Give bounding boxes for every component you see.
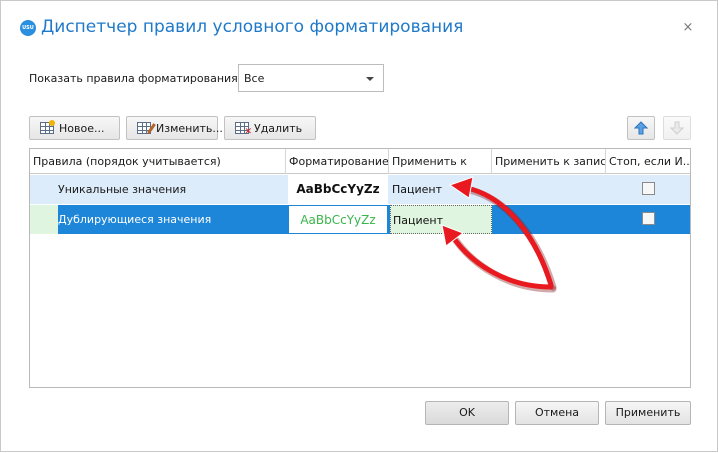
show-rules-label: Показать правила форматирования для: <box>29 72 267 85</box>
edit-rule-icon <box>137 122 151 134</box>
new-rule-icon <box>40 120 55 134</box>
delete-rule-icon <box>235 122 252 137</box>
rule-name: Дублирующиеся значения <box>58 213 212 226</box>
stop-if-true-checkbox[interactable] <box>642 212 655 225</box>
column-header-apply-to-record[interactable]: Применить к записи <box>492 149 606 174</box>
format-preview: AaBbCcYyZz <box>288 205 388 234</box>
table-row-selected[interactable]: Дублирующиеся значения AaBbCcYyZz Пациен… <box>30 205 690 234</box>
row-indicator <box>30 205 58 234</box>
conditional-formatting-manager-dialog: USU Диспетчер правил условного форматиро… <box>0 0 718 452</box>
apply-to-record-cell[interactable] <box>492 205 606 234</box>
arrow-down-icon <box>670 121 684 135</box>
new-rule-label: Новое... <box>59 121 105 135</box>
grid-header: Правила (порядок учитывается) Форматиров… <box>30 149 690 174</box>
move-down-button[interactable] <box>663 116 691 140</box>
stop-if-true-checkbox[interactable] <box>642 182 655 195</box>
apply-to-cell[interactable]: Пациент <box>390 175 492 204</box>
move-up-button[interactable] <box>627 116 655 140</box>
chevron-down-icon <box>366 77 374 81</box>
column-header-formatting[interactable]: Форматирование <box>286 149 389 174</box>
arrow-up-icon <box>634 121 648 135</box>
show-rules-dropdown[interactable]: Все <box>238 64 384 92</box>
close-button[interactable]: × <box>681 21 695 35</box>
ok-button[interactable]: OK <box>425 401 509 425</box>
edit-rule-label: Изменить... <box>156 121 223 135</box>
delete-rule-label: Удалить <box>254 121 303 135</box>
column-header-apply-to[interactable]: Применить к <box>389 149 492 174</box>
app-logo: USU <box>20 20 36 36</box>
column-header-stop-if-true[interactable]: Стоп, если И... <box>606 149 690 174</box>
cancel-button[interactable]: Отмена <box>515 401 599 425</box>
rules-grid: Правила (порядок учитывается) Форматиров… <box>29 148 691 388</box>
table-row[interactable]: Уникальные значения AaBbCcYyZz Пациент <box>30 175 690 204</box>
apply-to-record-cell[interactable] <box>492 175 606 204</box>
window-title: Диспетчер правил условного форматировани… <box>41 17 464 37</box>
apply-to-cell[interactable]: Пациент <box>390 205 492 234</box>
column-header-rules[interactable]: Правила (порядок учитывается) <box>30 149 286 174</box>
new-rule-button[interactable]: Новое... <box>29 116 120 140</box>
apply-button[interactable]: Применить <box>605 401 691 425</box>
rule-name: Уникальные значения <box>58 183 187 196</box>
edit-rule-button[interactable]: Изменить... <box>126 116 223 140</box>
format-preview: AaBbCcYyZz <box>288 175 388 204</box>
delete-rule-button[interactable]: Удалить <box>224 116 316 140</box>
show-rules-value: Все <box>244 72 265 85</box>
title-bar: USU Диспетчер правил условного форматиро… <box>1 1 717 59</box>
